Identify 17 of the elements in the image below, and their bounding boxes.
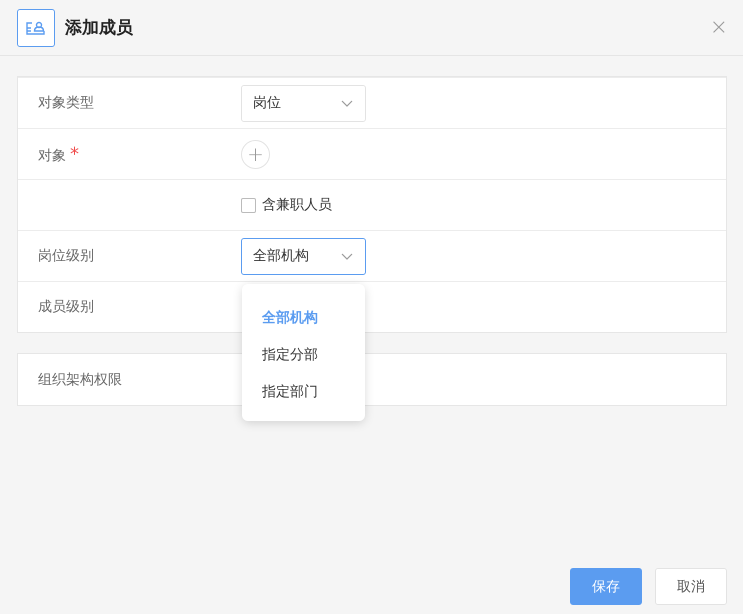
select-field[interactable]: 岗位: [241, 84, 366, 122]
chevron-down-icon: [341, 100, 353, 106]
field-label: 成员级别: [38, 299, 94, 315]
select-field[interactable]: 全部机构: [241, 238, 366, 274]
chevron-down-icon: [341, 252, 353, 260]
field-label: 岗位级别: [38, 248, 94, 264]
checkbox-label: 含兼职人员: [262, 196, 332, 214]
field-label: 对象类型: [38, 95, 94, 111]
section-label: 组织架构权限: [38, 370, 122, 388]
dropdown-option[interactable]: 指定部门: [242, 374, 365, 410]
required-mark: *: [70, 144, 79, 164]
cancel-button[interactable]: 取消: [655, 568, 727, 605]
checkbox[interactable]: [241, 198, 256, 212]
dropdown-option[interactable]: 指定分部: [242, 336, 365, 374]
contact-card-icon: [17, 8, 55, 46]
dialog-title: 添加成员: [65, 17, 134, 39]
field-label: 对象: [38, 148, 66, 164]
